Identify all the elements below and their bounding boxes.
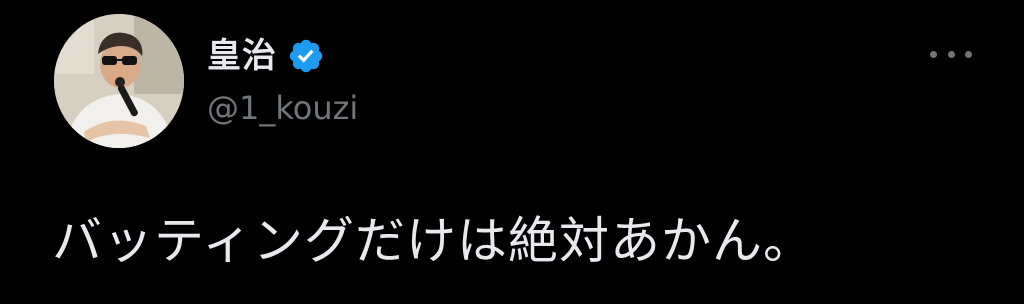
more-horizontal-icon-dot [965,50,972,58]
tweet-card: 皇治 @1_kouzi バッティングだけは絶対あかん。 [0,0,1024,304]
avatar[interactable] [54,14,184,148]
tweet-text: バッティングだけは絶対あかん。 [52,212,814,270]
author-display-name[interactable]: 皇治 [207,34,277,78]
more-horizontal-icon [930,50,937,58]
more-options-button[interactable] [930,40,972,68]
avatar-image [54,14,184,148]
author-handle[interactable]: @1_kouzi [207,86,358,130]
more-horizontal-icon-dot [947,50,955,58]
verified-badge-icon [287,37,325,75]
author-name-row: 皇治 [207,34,325,78]
